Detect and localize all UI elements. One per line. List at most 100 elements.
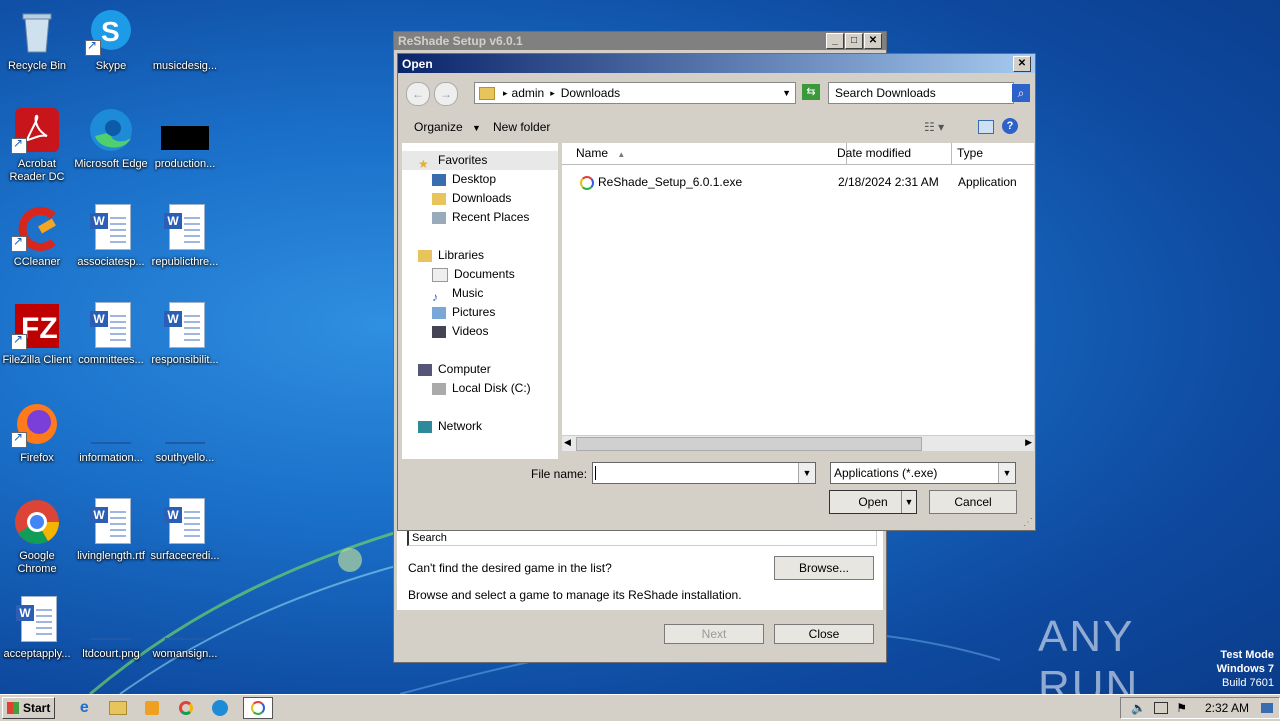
navigation-pane: ★ Favorites Desktop Downloads Recent Plac… [402,143,558,459]
breadcrumb-admin[interactable]: admin [512,86,545,100]
desktop-icon-ltdcourt[interactable]: ltdcourt.png [74,596,148,661]
scroll-right-icon[interactable]: ▶ [1025,437,1032,448]
maximize-button[interactable]: □ [845,33,863,49]
back-button[interactable]: ← [406,82,430,106]
desktop-icon-responsibilit[interactable]: W responsibilit... [148,302,222,367]
blank-file-icon [161,596,209,644]
nav-libraries[interactable]: Libraries [402,246,558,265]
action-center-flag-icon[interactable]: ⚑ [1176,701,1187,715]
minimize-button[interactable]: _ [826,33,844,49]
nav-music[interactable]: ♪ Music [402,284,558,304]
desktop-icon-womansign[interactable]: womansign... [148,596,222,661]
media-player-taskbar-icon[interactable] [141,698,163,718]
desktop-icon-southyello[interactable]: southyello... [148,400,222,465]
desktop-icon-acceptapply[interactable]: W acceptapply... [0,596,74,661]
nav-computer[interactable]: Computer [402,360,558,379]
black-thumbnail-icon [161,106,209,154]
desktop-icon-republicthre[interactable]: W republicthre... [148,204,222,269]
desktop-icon-information[interactable]: information... [74,400,148,465]
new-folder-button[interactable]: New folder [493,120,550,134]
forward-button[interactable]: → [434,82,458,106]
resize-grip-icon[interactable]: ⋰ [1023,517,1033,528]
nav-favorites[interactable]: ★ Favorites [402,151,558,171]
nav-documents[interactable]: Documents [402,265,558,284]
network-tray-icon[interactable] [1154,702,1169,714]
system-tray: 🔈 ⚑ 2:32 AM [1120,697,1280,719]
desktop-icon-surfacecredi[interactable]: W surfacecredi... [148,498,222,563]
firefox-icon [11,400,61,448]
column-date[interactable]: Date modified [833,143,952,164]
desktop-icon-skype[interactable]: S Skype [74,8,148,73]
desktop-icon-musicdesig[interactable]: musicdesig... [148,8,222,73]
scroll-left-icon[interactable]: ◀ [564,437,571,448]
column-type[interactable]: Type [953,143,1037,164]
star-icon: ★ [418,156,429,171]
search-icon[interactable]: ⌕ [1012,84,1030,102]
desktop-icon-filezilla[interactable]: FZ FileZilla Client [0,302,74,367]
nav-desktop[interactable]: Desktop [402,170,558,189]
nav-pictures[interactable]: Pictures [402,303,558,322]
address-bar[interactable]: ▸ admin ▸ Downloads ▼ [474,82,796,104]
nav-recent-places[interactable]: Recent Places [402,208,558,227]
start-button[interactable]: Start [2,697,56,719]
nav-videos[interactable]: Videos [402,322,558,341]
preview-pane-icon[interactable] [978,120,994,134]
file-row[interactable]: ReShade_Setup_6.0.1.exe 2/18/2024 2:31 A… [562,173,1032,191]
file-type-select[interactable]: Applications (*.exe) ▼ [830,462,1016,484]
help-icon[interactable]: ? [1002,118,1018,134]
cancel-button[interactable]: Cancel [929,490,1017,514]
open-title: Open [402,56,433,71]
chevron-down-icon: ▼ [472,123,481,133]
desktop-icon-firefox[interactable]: Firefox [0,400,74,465]
open-titlebar: Open ✕ [398,54,1035,73]
breadcrumb-downloads[interactable]: Downloads [561,86,620,100]
desktop-icon-production[interactable]: production... [148,106,222,171]
desktop-icon-livinglength[interactable]: W livinglength.rtf [74,498,148,563]
file-name-input[interactable]: ▼ [592,462,816,484]
view-options-icon[interactable]: ☷ ▾ [924,120,944,134]
volume-icon[interactable]: 🔈 [1131,701,1146,715]
desktop-icon-associatesp[interactable]: W associatesp... [74,204,148,269]
edge-taskbar-icon[interactable] [209,698,231,718]
refresh-button[interactable]: ⇆ [802,84,820,100]
desktop-icon-label: Acrobat Reader DC [9,158,65,183]
nav-network[interactable]: Network [402,417,558,436]
nav-downloads[interactable]: Downloads [402,189,558,208]
next-button[interactable]: Next [664,624,764,644]
chevron-down-icon[interactable]: ▼ [998,463,1015,483]
scrollbar-thumb[interactable] [576,437,922,451]
game-search-input[interactable]: Search [407,530,877,546]
show-desktop-icon[interactable] [1261,703,1273,713]
reshade-taskbar-icon[interactable] [243,697,274,719]
ie-taskbar-icon[interactable]: e [73,698,95,718]
open-split-dropdown-icon[interactable]: ▼ [901,491,916,513]
organize-button[interactable]: Organize ▼ [414,120,481,134]
address-dropdown-icon[interactable]: ▼ [782,88,791,98]
close-dialog-button[interactable]: ✕ [1013,55,1031,72]
desktop-icon-recycle-bin[interactable]: Recycle Bin [0,8,74,73]
desktop-icon-label: acceptapply... [3,648,71,660]
open-button[interactable]: Open ▼ [829,490,917,514]
browse-button[interactable]: Browse... [774,556,874,580]
desktop-icon-edge[interactable]: Microsoft Edge [74,106,148,171]
horizontal-scrollbar[interactable]: ◀ ▶ [562,435,1034,451]
close-window-button[interactable]: ✕ [864,33,882,49]
cant-find-text: Can't find the desired game in the list? [408,561,612,575]
search-downloads-input[interactable]: Search Downloads [828,82,1014,104]
nav-local-disk[interactable]: Local Disk (C:) [402,379,558,398]
desktop-icon-ccleaner[interactable]: CCleaner [0,204,74,269]
desktop-icon-acrobat[interactable]: Acrobat Reader DC [0,106,74,184]
clock[interactable]: 2:32 AM [1205,701,1249,715]
chevron-down-icon[interactable]: ▼ [798,463,815,483]
column-name[interactable]: Name ▲ [562,143,847,164]
sort-up-icon: ▲ [617,150,626,159]
blank-file-icon [161,400,209,448]
explorer-taskbar-icon[interactable] [107,698,129,718]
desktop-icon-chrome[interactable]: Google Chrome [0,498,74,576]
close-button[interactable]: Close [774,624,874,644]
file-name-label: File name: [531,467,588,481]
chrome-taskbar-icon[interactable] [175,698,197,718]
word-document-icon: W [87,498,135,546]
desktop-icon-label: livinglength.rtf [77,550,145,562]
desktop-icon-committees[interactable]: W committees... [74,302,148,367]
